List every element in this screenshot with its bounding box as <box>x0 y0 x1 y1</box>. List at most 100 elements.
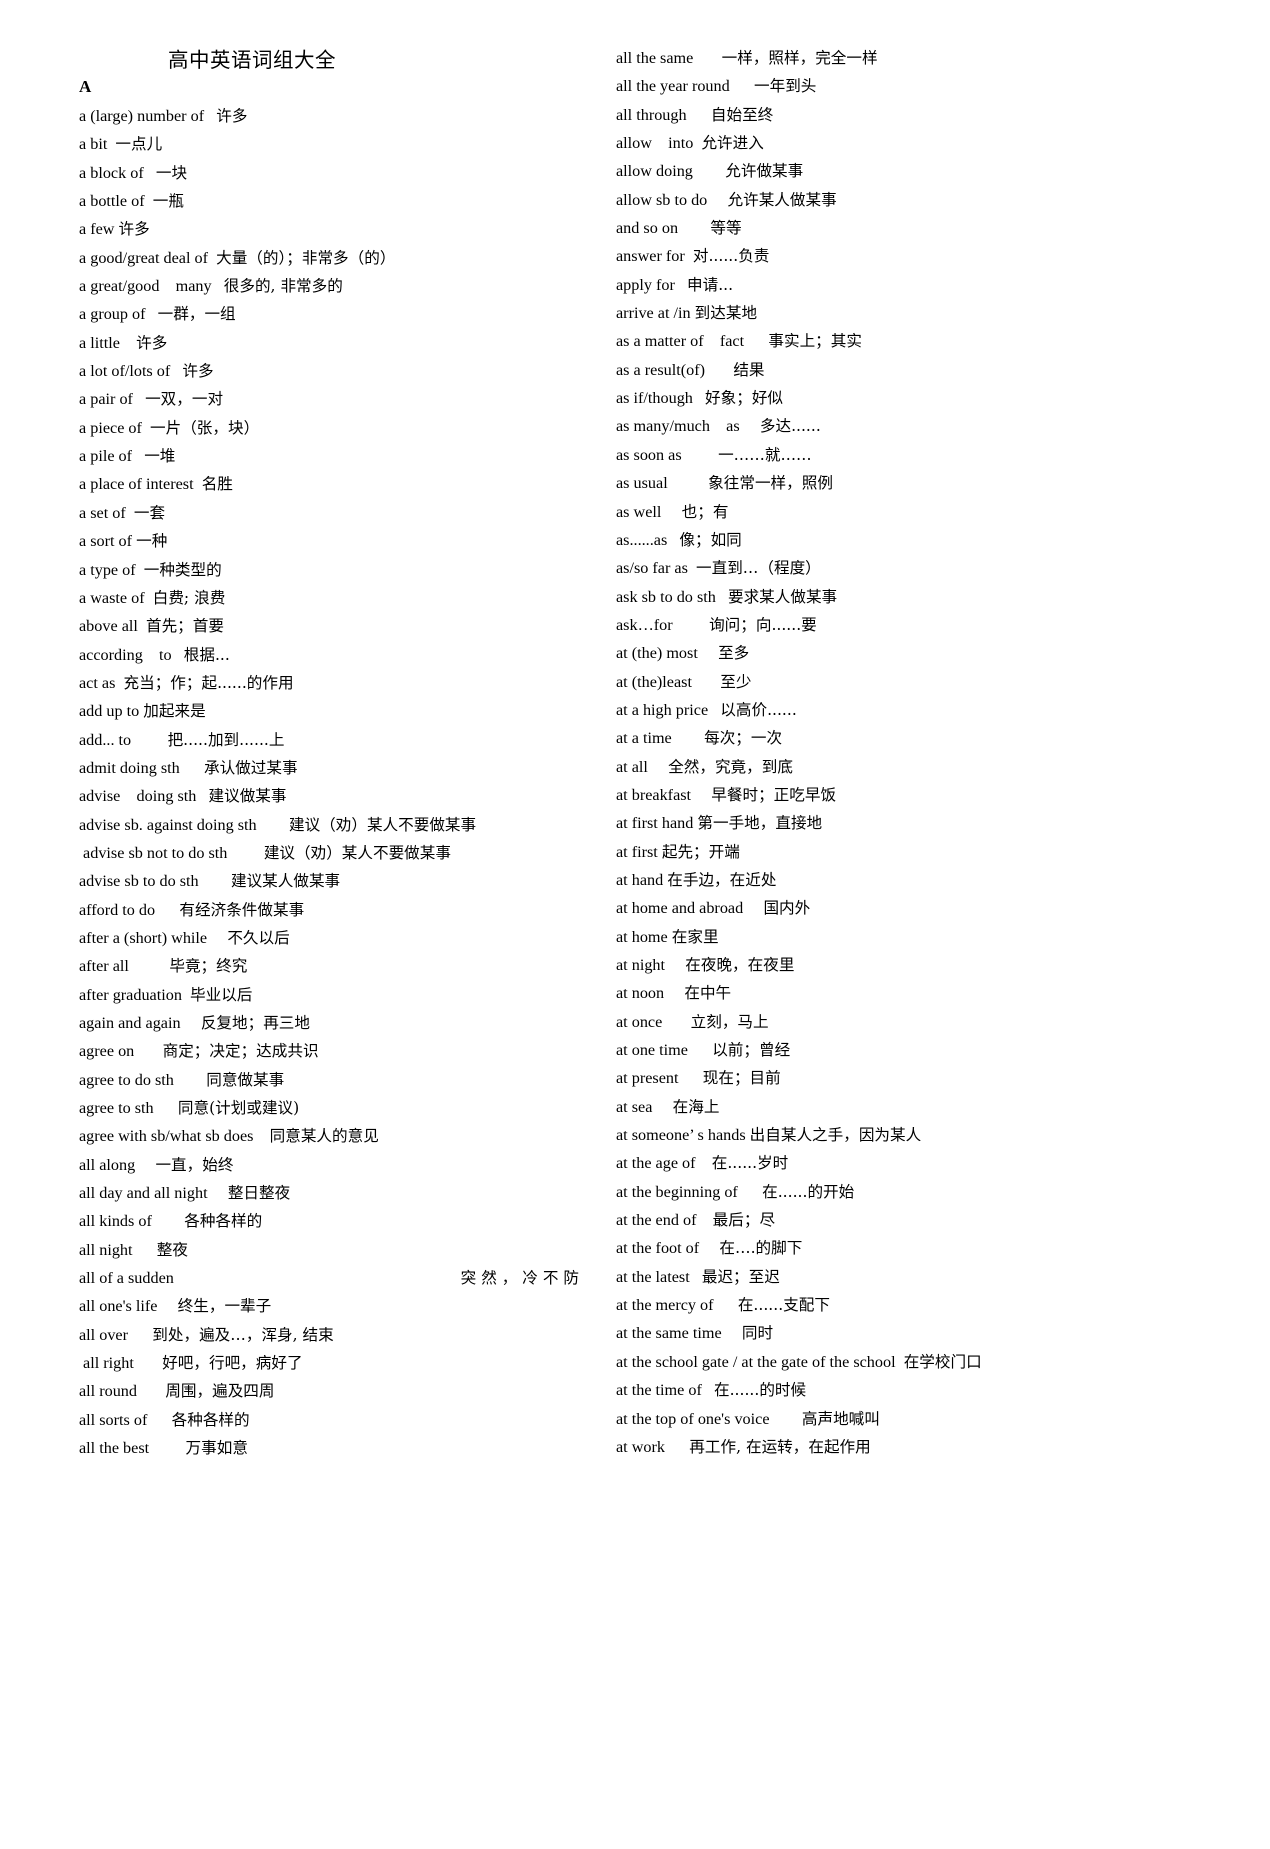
phrase-chinese: 立刻，马上 <box>690 1012 769 1031</box>
phrase-chinese: 把.....加到......上 <box>167 730 285 749</box>
phrase-gap <box>682 446 718 464</box>
phrase-english: all the same <box>616 49 694 67</box>
phrase-entry: a type of 一种类型的 <box>79 556 599 584</box>
phrase-english: at (the) most <box>616 644 698 663</box>
phrase-gap <box>138 617 146 635</box>
phrase-chinese: 至少 <box>720 672 752 691</box>
phrase-chinese: 同意(计划或建议) <box>177 1099 300 1118</box>
phrase-english: all kinds of <box>79 1212 152 1231</box>
phrase-gap <box>137 1382 165 1400</box>
phrase-entry: act as 充当；作；起......的作用 <box>79 669 599 697</box>
phrase-entry: agree to sth 同意(计划或建议) <box>79 1094 599 1122</box>
phrase-gap <box>146 305 158 323</box>
phrase-english: a lot of/lots of <box>79 362 171 381</box>
phrase-gap <box>691 786 711 804</box>
phrase-gap <box>730 77 754 95</box>
phrase-entry: a good/great deal of 大量（的）；非常多（的） <box>79 244 599 272</box>
phrase-entry: a (large) number of 许多 <box>79 102 599 130</box>
phrase-gap <box>675 276 687 294</box>
phrase-chinese: 每次；一次 <box>704 729 783 748</box>
phrase-english: a (large) number of <box>79 107 205 125</box>
phrase-english: agree to sth <box>79 1099 154 1118</box>
phrase-entry: a great/good many 很多的, 非常多的 <box>79 272 599 300</box>
phrase-chinese: 以高价...... <box>720 700 797 719</box>
phrase-entry: after graduation 毕业以后 <box>79 981 599 1009</box>
phrase-entry: ask sb to do sth 要求某人做某事 <box>616 583 1016 611</box>
phrase-chinese: 加起来是 <box>143 702 206 721</box>
phrase-gap <box>129 957 169 975</box>
phrase-english: at noon <box>616 984 665 1003</box>
phrase-english: afford to do <box>79 900 156 919</box>
phrase-english: after all <box>79 957 129 976</box>
phrase-entry: at a high price 以高价...... <box>616 696 1016 724</box>
phrase-gap <box>664 984 684 1002</box>
phrase-english: all round <box>79 1382 137 1401</box>
phrase-english: at the latest <box>616 1267 690 1286</box>
phrase-gap <box>134 1354 162 1372</box>
phrase-english: a type of <box>79 560 136 579</box>
phrase-entry: at a time 每次；一次 <box>616 724 1016 752</box>
phrase-gap <box>661 503 681 521</box>
phrase-entry: all day and all night 整日整夜 <box>79 1179 599 1207</box>
phrase-gap <box>716 588 728 606</box>
phrase-chinese: 在......的时候 <box>714 1381 807 1400</box>
phrase-chinese: 一种类型的 <box>143 560 222 579</box>
phrase-gap <box>690 1268 702 1286</box>
phrase-entry: a few 许多 <box>79 215 599 243</box>
phrase-chinese: 建议（劝）某人不要做某事 <box>288 815 477 834</box>
phrase-entry: a bit 一点儿 <box>79 130 599 158</box>
phrase-gap <box>199 872 231 890</box>
phrase-gap <box>665 956 685 974</box>
phrase-chinese: 在学校门口 <box>903 1352 982 1371</box>
phrase-gap <box>182 986 190 1004</box>
phrase-chinese: 许多 <box>216 107 248 125</box>
phrase-chinese: 一片（张，块） <box>150 418 260 437</box>
phrase-english: a bit <box>79 135 108 154</box>
phrase-gap <box>738 1183 762 1201</box>
phrase-english: at the same time <box>616 1324 722 1343</box>
phrase-chinese: 第一手地，直接地 <box>697 814 823 833</box>
phrase-entry: after all 毕竟；终究 <box>79 952 599 980</box>
phrase-chinese: 像；如同 <box>679 530 742 549</box>
phrase-gap <box>257 816 289 834</box>
phrase-entry: all the best 万事如意 <box>79 1434 599 1462</box>
phrase-entry: as......as 像；如同 <box>616 526 1016 554</box>
phrase-gap <box>696 1211 712 1229</box>
phrase-gap <box>693 162 725 180</box>
phrase-chinese: 周围，遍及四周 <box>165 1382 275 1401</box>
phrase-chinese: 出自某人之手，因为某人 <box>749 1126 922 1145</box>
phrase-english: at first <box>616 842 658 861</box>
phrase-entry: a little 许多 <box>79 329 599 357</box>
phrase-english: a few <box>79 220 115 239</box>
phrase-english: allow doing <box>616 162 693 181</box>
phrase-entry: ask…for 询问；向......要 <box>616 611 1016 639</box>
phrase-chinese: 自始至终 <box>710 105 774 124</box>
phrase-entry: a block of 一块 <box>79 159 599 187</box>
phrase-chinese: 突 然 ， 冷 不 防 <box>460 1269 579 1288</box>
phrase-english: arrive at /in <box>616 304 691 323</box>
phrase-entry: according to 根据... <box>79 641 599 669</box>
phrase-entry: as if/though 好象；好似 <box>616 384 1016 412</box>
phrase-gap <box>672 729 704 747</box>
phrase-chinese: 起先；开端 <box>661 842 740 861</box>
right-column: all the same 一样，照样，完全一样 all the year roun… <box>616 44 1016 1461</box>
phrase-english: a set of <box>79 503 126 522</box>
phrase-chinese: 许多 <box>118 220 150 239</box>
phrase-chinese: 至多 <box>718 644 750 663</box>
phrase-entry: all right 好吧，行吧，病好了 <box>79 1349 599 1377</box>
phrase-chinese: 很多的, 非常多的 <box>223 277 343 296</box>
phrase-english: all one's life <box>79 1297 158 1316</box>
phrase-english: as......as <box>616 530 668 549</box>
phrase-english: all night <box>79 1240 133 1259</box>
phrase-english: at the time of <box>616 1381 702 1400</box>
phrase-entry: as many/much as 多达...... <box>616 412 1016 440</box>
phrase-chinese: 在......岁时 <box>711 1154 789 1173</box>
phrase-gap <box>714 1296 738 1314</box>
phrase-english: as a matter of fact <box>616 332 745 351</box>
phrase-english: a great/good many <box>79 277 212 296</box>
phrase-chinese: 建议做某事 <box>208 787 287 806</box>
phrase-gap <box>896 1353 904 1371</box>
phrase-gap <box>132 447 144 465</box>
phrase-chinese: 事实上；其实 <box>768 332 862 351</box>
phrase-entry: answer for 对......负责 <box>616 242 1016 270</box>
